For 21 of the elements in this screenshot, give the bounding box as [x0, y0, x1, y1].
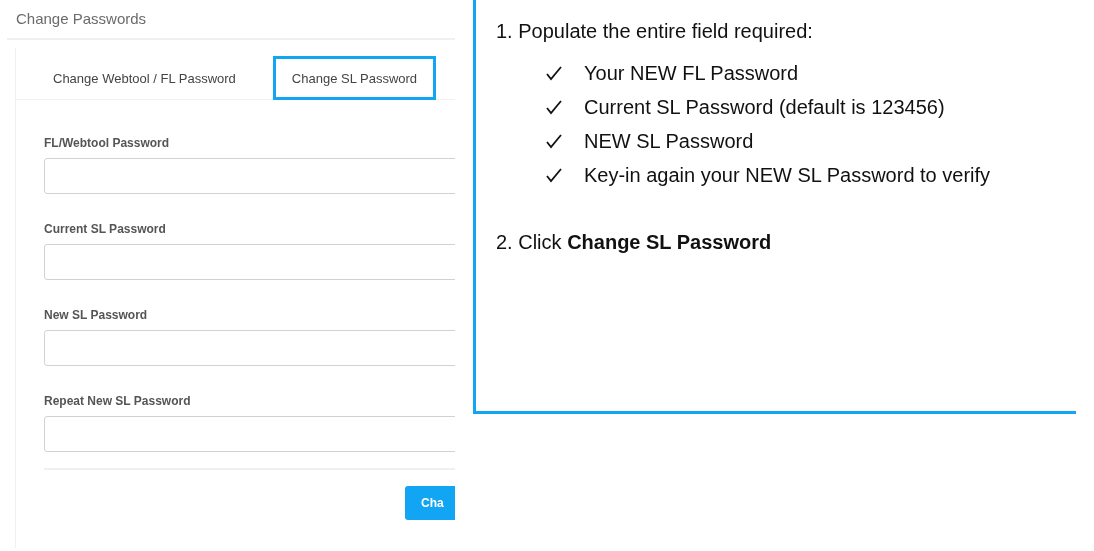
check-icon: [546, 65, 562, 81]
password-field[interactable]: [44, 244, 455, 280]
check-icon: [546, 167, 562, 183]
checklist-item: NEW SL Password: [584, 129, 755, 154]
field-label: Current SL Password: [44, 222, 167, 236]
instruction-text: 1. Populate the entire field required:: [496, 20, 814, 43]
password-field[interactable]: [44, 416, 455, 452]
page-title: Change Passwords: [15, 9, 148, 29]
checklist-item: Your NEW FL Password: [584, 61, 800, 86]
check-icon: [546, 133, 562, 149]
tab[interactable]: Change Webtool / FL Password: [34, 56, 255, 100]
password-field[interactable]: [44, 330, 455, 366]
field-label: FL/Webtool Password: [44, 136, 171, 150]
field-label: New SL Password: [44, 308, 149, 322]
tab[interactable]: Change SL Password: [272, 56, 437, 100]
password-field[interactable]: [44, 158, 455, 194]
field-label: Repeat New SL Password: [44, 394, 192, 408]
checklist-item: Key-in again your NEW SL Password to verify: [584, 163, 992, 188]
checklist-item: Current SL Password (default is 123456): [584, 95, 946, 120]
instruction-text: 2. Click Change SL Password: [496, 231, 773, 254]
check-icon: [546, 99, 562, 115]
